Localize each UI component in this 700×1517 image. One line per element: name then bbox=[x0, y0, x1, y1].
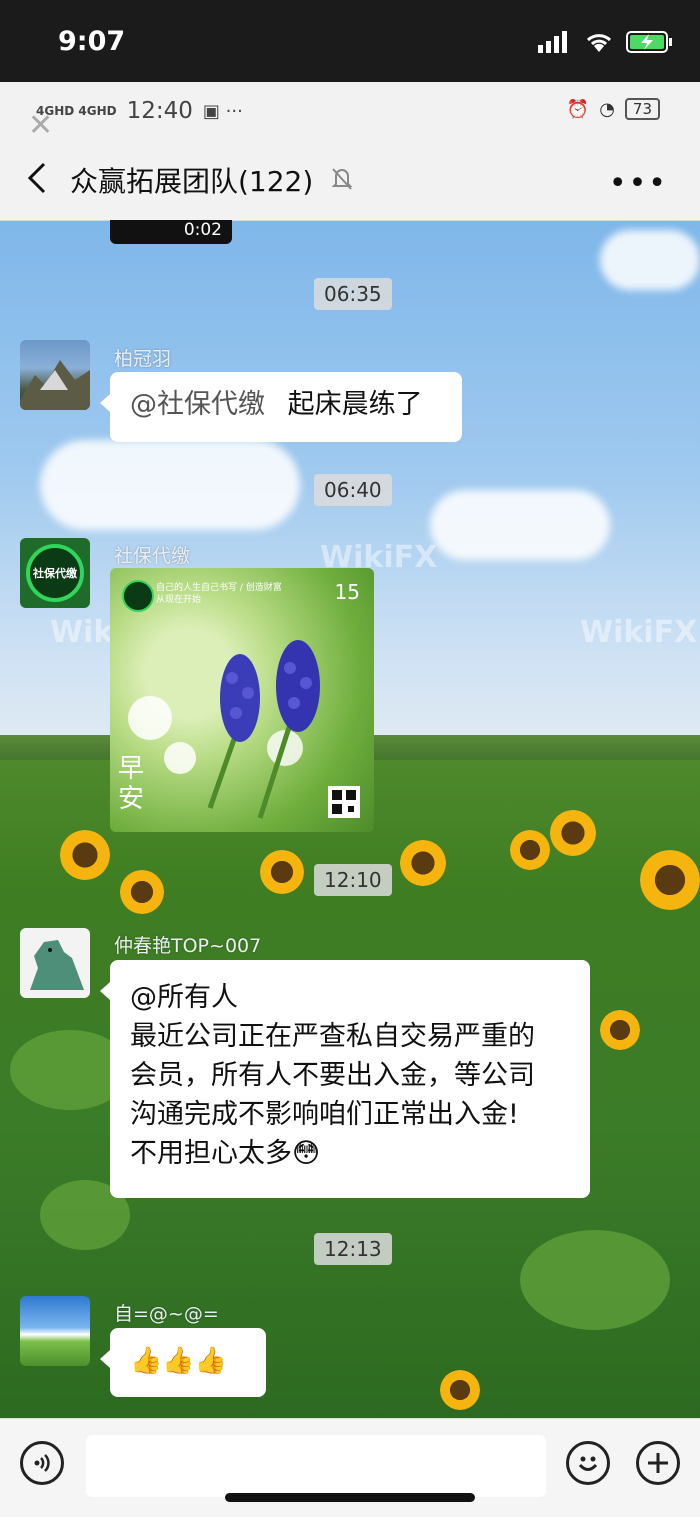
sunflower bbox=[510, 830, 550, 870]
timestamp: 06:40 bbox=[314, 474, 392, 506]
leaf bbox=[520, 1230, 670, 1330]
os-status-icons bbox=[538, 30, 674, 54]
avatar[interactable] bbox=[20, 1296, 90, 1366]
wifi-icon: ◔ bbox=[599, 98, 615, 120]
avatar[interactable] bbox=[20, 928, 90, 998]
dinosaur-avatar-image bbox=[30, 940, 84, 990]
emoji-button[interactable] bbox=[566, 1441, 610, 1485]
image-date: 15 bbox=[334, 580, 360, 604]
avatar-badge: 社保代缴 bbox=[26, 544, 84, 602]
battery-level: 73 bbox=[624, 98, 660, 120]
message-bubble[interactable]: @社保代缴 起床晨练了 bbox=[100, 372, 462, 442]
smiley-icon bbox=[578, 1456, 598, 1471]
message-line: @所有人 bbox=[130, 982, 238, 1013]
sunflower bbox=[550, 810, 596, 856]
image-logo bbox=[122, 580, 154, 612]
sender-name: 自=@~@= bbox=[114, 1303, 219, 1325]
image-message[interactable]: 自己的人生自己书写 / 创造财富从现在开始 15 早安 bbox=[110, 568, 374, 832]
inner-status-right: ⏰ ◔ 73 bbox=[567, 98, 660, 120]
avatar[interactable] bbox=[20, 340, 90, 410]
sender-name: 社保代缴 bbox=[114, 545, 191, 567]
inner-status-left: 4GHD 4GHD 12:40 ▣ ··· bbox=[36, 98, 243, 124]
sunflower bbox=[120, 870, 164, 914]
sunflower bbox=[440, 1370, 480, 1410]
voice-icon bbox=[34, 1454, 50, 1472]
sunflower bbox=[260, 850, 304, 894]
video-message[interactable]: 0:02 bbox=[110, 220, 232, 244]
add-attachment-button[interactable] bbox=[636, 1441, 680, 1485]
message-line: 最近公司正在严查私自交易严重的 bbox=[130, 1021, 535, 1052]
message-input[interactable] bbox=[86, 1435, 546, 1497]
cellular-signal-icon bbox=[538, 31, 567, 53]
image-caption: 早安 bbox=[118, 754, 145, 814]
sender-name: 柏冠羽 bbox=[114, 348, 172, 370]
sunflower bbox=[600, 1010, 640, 1050]
os-time: 9:07 bbox=[58, 26, 126, 57]
avatar-text: 社保代缴 bbox=[33, 567, 77, 580]
message-bubble[interactable]: 👍👍👍 bbox=[100, 1328, 266, 1397]
plus-icon bbox=[648, 1453, 668, 1473]
timestamp: 06:35 bbox=[314, 278, 392, 310]
notification-icon: ▣ ··· bbox=[202, 100, 243, 122]
message-line: 沟通完成不影响咱们正常出入金! bbox=[130, 1099, 519, 1130]
cloud bbox=[40, 440, 300, 530]
sender-name: 仲春艳TOP~007 bbox=[114, 935, 262, 957]
input-bar bbox=[0, 1418, 700, 1517]
back-icon[interactable] bbox=[22, 158, 52, 198]
watermark: WikiFX bbox=[580, 615, 698, 650]
message-line: 会员，所有人不要出入金，等公司 bbox=[130, 1060, 535, 1091]
video-duration: 0:02 bbox=[183, 220, 222, 240]
message-bubble[interactable]: @所有人 最近公司正在严查私自交易严重的 会员，所有人不要出入金，等公司 沟通完… bbox=[100, 960, 590, 1198]
sunflower bbox=[400, 840, 446, 886]
battery-charging-icon bbox=[626, 31, 672, 53]
message-text: 起床晨练了 bbox=[287, 389, 423, 420]
alarm-icon: ⏰ bbox=[566, 98, 590, 120]
chat-title: 众赢拓展团队(122) bbox=[70, 165, 314, 198]
cloud bbox=[430, 490, 610, 560]
sunflower bbox=[640, 850, 700, 910]
landscape-avatar-image bbox=[20, 360, 90, 410]
inner-time: 12:40 bbox=[126, 98, 193, 124]
thumbs-up-emoji: 👍👍👍 bbox=[130, 1346, 228, 1376]
close-icon[interactable]: ✕ bbox=[28, 108, 53, 143]
image-top-text: 自己的人生自己书写 / 创造财富从现在开始 bbox=[156, 583, 282, 605]
avatar[interactable]: 社保代缴 bbox=[20, 538, 90, 608]
chat-header: 众赢拓展团队(122) ••• bbox=[0, 142, 700, 221]
timestamp: 12:10 bbox=[314, 864, 392, 896]
os-status-bar: 9:07 bbox=[0, 0, 700, 82]
flower-illustration bbox=[128, 640, 360, 819]
wifi-icon bbox=[586, 34, 612, 52]
mention: @社保代缴 bbox=[130, 389, 265, 420]
timestamp: 12:13 bbox=[314, 1233, 392, 1265]
mute-bell-icon bbox=[331, 168, 353, 190]
more-options-button[interactable]: ••• bbox=[609, 166, 668, 201]
home-indicator bbox=[225, 1493, 475, 1502]
inner-status-bar: 4GHD 4GHD 12:40 ▣ ··· ⏰ ◔ 73 ✕ bbox=[0, 82, 700, 143]
cloud bbox=[600, 230, 700, 290]
voice-input-button[interactable] bbox=[20, 1441, 64, 1485]
message-line: 不用担心太多😳 bbox=[130, 1138, 321, 1169]
sunflower bbox=[60, 830, 110, 880]
